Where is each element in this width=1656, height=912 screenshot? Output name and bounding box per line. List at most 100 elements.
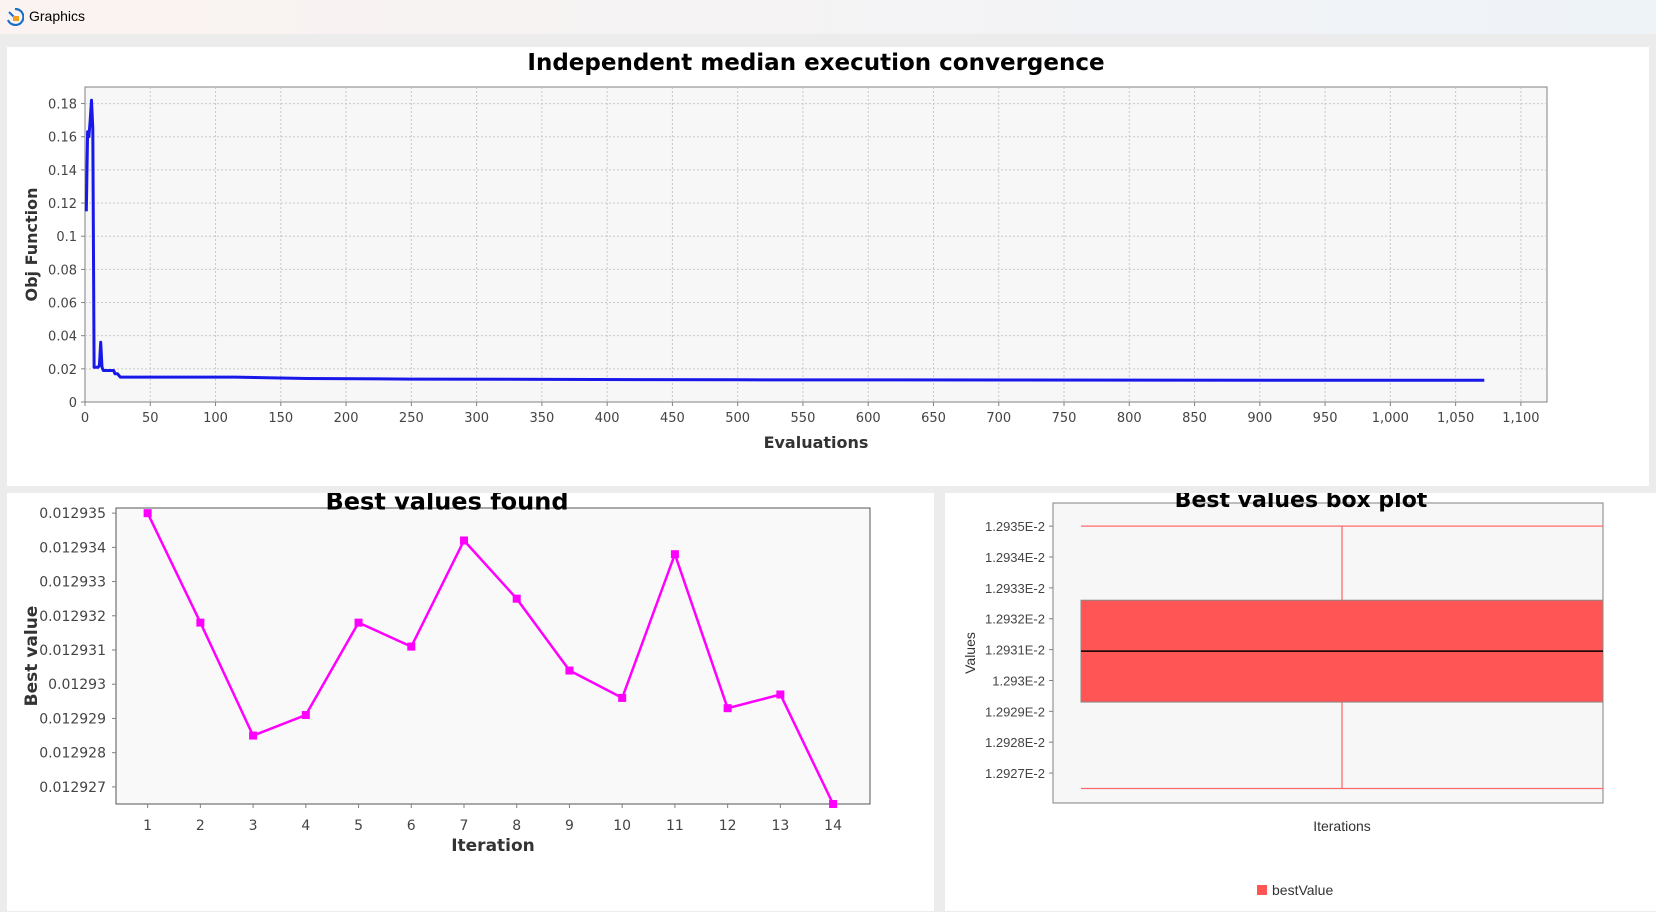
data-point-marker [670,550,679,559]
x-tick-label: 500 [725,411,750,426]
y-tick-label: 0.1 [56,230,77,245]
data-point-marker [249,731,258,740]
y-tick-label: 0.08 [48,263,77,278]
x-tick-label: 700 [986,411,1011,426]
y-tick-label: 1.2929E-2 [985,704,1045,719]
x-tick-label: 250 [399,411,424,426]
chart-title: Best values found [325,493,568,516]
x-tick-label: 200 [334,411,359,426]
x-tick-label: 750 [1052,411,1077,426]
y-tick-label: 0.18 [48,98,77,113]
x-tick-label: 50 [142,411,159,426]
y-tick-label: 0.012932 [39,609,106,625]
x-axis-label: Iteration [451,836,535,856]
data-point-marker [776,690,785,699]
y-tick-label: 0.012933 [39,575,106,591]
data-point-marker [618,693,627,702]
x-axis-label: Evaluations [764,433,869,452]
x-tick-label: 5 [354,818,363,834]
y-tick-label: 0.06 [48,297,77,312]
x-tick-label: 800 [1117,411,1142,426]
x-tick-label: 0 [81,411,89,426]
y-tick-label: 0.012931 [39,643,106,659]
x-tick-label: 13 [771,818,789,834]
x-tick-label: 12 [719,818,737,834]
plot-area [84,86,1548,403]
x-tick-label: 14 [824,818,842,834]
y-tick-label: 0.012929 [39,711,106,727]
box-plot-chart-panel: 1.2927E-2 1.2928E-2 1.2929E-2 1.293E-2 1.293… [945,493,1656,911]
x-tick-label: 900 [1247,411,1272,426]
y-axis-label: Values [962,632,978,674]
box-plot-chart: 1.2927E-2 1.2928E-2 1.2929E-2 1.293E-2 1.293… [962,493,1604,898]
plot-area [115,507,871,805]
x-tick-label: 2 [196,818,205,834]
app-icon [6,8,24,26]
x-tick-label: 1,000 [1372,411,1409,426]
data-point-marker [723,704,732,713]
x-tick-label: 11 [666,818,684,834]
y-tick-label: 0 [69,396,77,411]
x-tick-label: 950 [1313,411,1338,426]
x-tick-label: 300 [464,411,489,426]
data-point-marker [196,618,205,627]
x-tick-label: 100 [203,411,228,426]
best-values-chart: 0.012927 0.012928 0.012929 0.01293 0.012931 0… [22,493,871,856]
best-values-chart-panel: 0.012927 0.012928 0.012929 0.01293 0.012931 0… [7,493,934,911]
x-tick-label: 9 [565,818,574,834]
y-tick-label: 1.2935E-2 [985,519,1045,534]
x-tick-label: 1 [143,818,152,834]
chart-title: Best values box plot [1175,493,1428,513]
x-tick-label: 650 [921,411,946,426]
data-point-marker [829,800,838,808]
x-tick-label: 3 [249,818,258,834]
y-tick-label: 1.293E-2 [992,673,1045,688]
x-tick-label: 400 [595,411,620,426]
y-tick-label: 0.012934 [39,540,106,556]
x-tick-label: 4 [301,818,310,834]
y-tick-label: 0.01293 [48,677,106,693]
x-tick-label: 150 [268,411,293,426]
y-tick-label: 1.2928E-2 [985,735,1045,750]
x-tick-label: 1,050 [1437,411,1474,426]
data-point-marker [301,711,310,720]
y-tick-label: 1.2927E-2 [985,766,1045,781]
y-tick-label: 1.2932E-2 [985,612,1045,627]
x-tick-label: 7 [460,818,469,834]
x-axis-label: Iterations [1313,818,1371,834]
x-tick-label: 600 [856,411,881,426]
y-tick-label: 0.04 [48,330,77,345]
y-tick-label: 0.012928 [39,746,106,762]
y-tick-label: 1.2931E-2 [985,643,1045,658]
x-tick-label: 1,100 [1502,411,1539,426]
x-tick-label: 8 [512,818,521,834]
window-titlebar: Graphics [0,0,1656,34]
legend-swatch [1257,885,1267,895]
x-tick-label: 450 [660,411,685,426]
x-tick-label: 550 [791,411,816,426]
data-point-marker [512,594,521,603]
x-tick-label: 6 [407,818,416,834]
y-axis-label: Best value [22,606,42,707]
legend-label: bestValue [1272,882,1333,898]
y-tick-label: 0.14 [48,164,77,179]
y-tick-label: 0.16 [48,131,77,146]
x-tick-label: 850 [1182,411,1207,426]
convergence-chart-panel: 0 50 100 150 200 250 300 350 400 450 500 550 600 650 7… [7,47,1649,486]
data-point-marker [354,618,363,627]
y-tick-label: 0.012927 [39,780,106,796]
data-point-marker [565,666,574,675]
data-point-marker [460,536,468,545]
x-tick-label: 10 [613,818,631,834]
y-tick-label: 0.02 [48,363,77,378]
chart-title: Independent median execution convergence [527,50,1104,76]
window-title: Graphics [29,8,86,24]
y-axis-label: Obj Function [22,187,41,301]
y-tick-label: 0.012935 [39,506,106,522]
y-tick-label: 1.2933E-2 [985,581,1045,596]
y-tick-label: 0.12 [48,197,77,212]
convergence-chart: 0 50 100 150 200 250 300 350 400 450 500 550 600 650 7… [22,50,1548,452]
data-point-marker [143,509,152,518]
data-point-marker [407,642,416,651]
y-tick-label: 1.2934E-2 [985,550,1045,565]
